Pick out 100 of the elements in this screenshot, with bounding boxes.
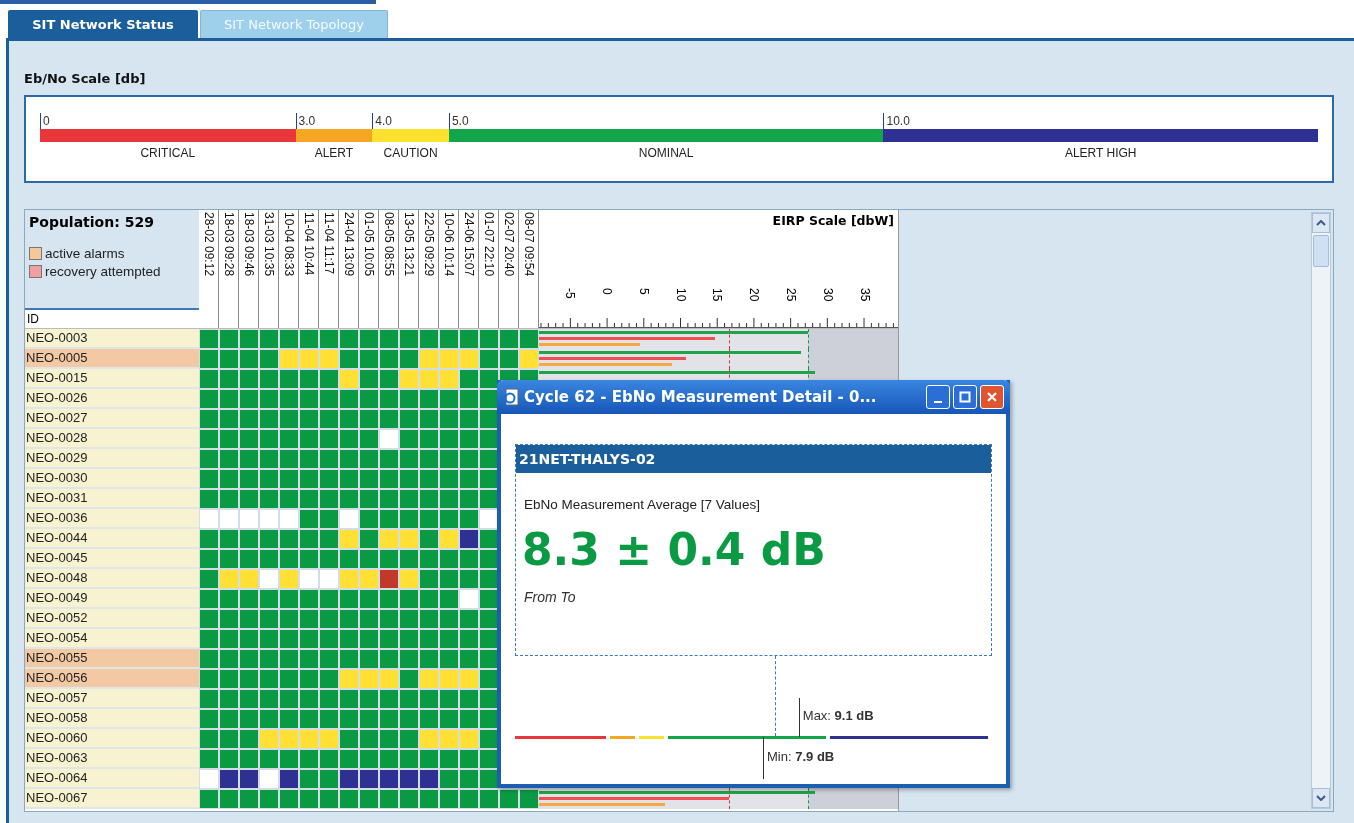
status-cell[interactable]: [440, 790, 458, 808]
device-id-cell[interactable]: NEO-0054: [25, 629, 199, 649]
status-cell[interactable]: [440, 330, 458, 348]
status-cell[interactable]: [300, 610, 318, 628]
status-cell[interactable]: [280, 430, 298, 448]
status-cell[interactable]: [360, 610, 378, 628]
status-cell[interactable]: [440, 410, 458, 428]
status-cell[interactable]: [440, 550, 458, 568]
status-cell[interactable]: [380, 430, 398, 448]
status-cell[interactable]: [380, 610, 398, 628]
status-cell[interactable]: [340, 390, 358, 408]
status-cell[interactable]: [360, 510, 378, 528]
status-cell[interactable]: [400, 710, 418, 728]
status-cell[interactable]: [360, 330, 378, 348]
scrollbar[interactable]: [1311, 212, 1331, 809]
status-cell[interactable]: [400, 650, 418, 668]
status-cell[interactable]: [200, 430, 218, 448]
status-cell[interactable]: [420, 570, 438, 588]
status-cell[interactable]: [360, 350, 378, 368]
status-cell[interactable]: [480, 530, 498, 548]
status-cell[interactable]: [340, 430, 358, 448]
device-id-cell[interactable]: NEO-0058: [25, 709, 199, 729]
status-cell[interactable]: [400, 410, 418, 428]
status-cell[interactable]: [240, 570, 258, 588]
status-cell[interactable]: [320, 490, 338, 508]
status-cell[interactable]: [420, 490, 438, 508]
status-cell[interactable]: [460, 770, 478, 788]
status-cell[interactable]: [340, 370, 358, 388]
status-cell[interactable]: [480, 610, 498, 628]
status-cell[interactable]: [400, 690, 418, 708]
status-cell[interactable]: [400, 450, 418, 468]
status-cell[interactable]: [420, 670, 438, 688]
status-cell[interactable]: [220, 690, 238, 708]
status-cell[interactable]: [280, 730, 298, 748]
status-cell[interactable]: [300, 570, 318, 588]
device-id-cell[interactable]: NEO-0048: [25, 569, 199, 589]
status-cell[interactable]: [420, 350, 438, 368]
status-cell[interactable]: [420, 470, 438, 488]
status-cell[interactable]: [480, 590, 498, 608]
status-cell[interactable]: [220, 490, 238, 508]
status-cell[interactable]: [240, 330, 258, 348]
status-cell[interactable]: [200, 390, 218, 408]
status-cell[interactable]: [340, 670, 358, 688]
status-cell[interactable]: [340, 630, 358, 648]
status-cell[interactable]: [460, 670, 478, 688]
status-cell[interactable]: [300, 790, 318, 808]
status-cell[interactable]: [440, 450, 458, 468]
status-cell[interactable]: [300, 590, 318, 608]
device-id-cell[interactable]: NEO-0026: [25, 389, 199, 409]
status-cell[interactable]: [360, 450, 378, 468]
status-cell[interactable]: [440, 530, 458, 548]
status-cell[interactable]: [320, 670, 338, 688]
status-cell[interactable]: [320, 530, 338, 548]
status-cell[interactable]: [220, 330, 238, 348]
status-cell[interactable]: [260, 730, 278, 748]
status-cell[interactable]: [420, 770, 438, 788]
status-cell[interactable]: [240, 510, 258, 528]
status-cell[interactable]: [480, 510, 498, 528]
status-cell[interactable]: [400, 550, 418, 568]
status-cell[interactable]: [340, 530, 358, 548]
status-cell[interactable]: [460, 790, 478, 808]
status-cell[interactable]: [300, 530, 318, 548]
status-cell[interactable]: [220, 750, 238, 768]
status-cell[interactable]: [200, 410, 218, 428]
status-cell[interactable]: [520, 790, 538, 808]
status-cell[interactable]: [380, 330, 398, 348]
status-cell[interactable]: [200, 470, 218, 488]
status-cell[interactable]: [380, 410, 398, 428]
status-cell[interactable]: [200, 330, 218, 348]
status-cell[interactable]: [280, 610, 298, 628]
status-cell[interactable]: [420, 430, 438, 448]
status-cell[interactable]: [280, 630, 298, 648]
status-cell[interactable]: [280, 770, 298, 788]
status-cell[interactable]: [320, 650, 338, 668]
status-cell[interactable]: [280, 370, 298, 388]
status-cell[interactable]: [240, 370, 258, 388]
status-cell[interactable]: [260, 430, 278, 448]
status-cell[interactable]: [300, 450, 318, 468]
status-cell[interactable]: [340, 730, 358, 748]
status-cell[interactable]: [240, 670, 258, 688]
status-cell[interactable]: [420, 410, 438, 428]
device-id-cell[interactable]: NEO-0030: [25, 469, 199, 489]
status-cell[interactable]: [440, 510, 458, 528]
status-cell[interactable]: [480, 730, 498, 748]
status-cell[interactable]: [440, 650, 458, 668]
status-cell[interactable]: [320, 710, 338, 728]
status-cell[interactable]: [480, 390, 498, 408]
status-cell[interactable]: [340, 410, 358, 428]
status-cell[interactable]: [360, 570, 378, 588]
status-cell[interactable]: [380, 730, 398, 748]
status-cell[interactable]: [280, 670, 298, 688]
status-cell[interactable]: [360, 650, 378, 668]
status-cell[interactable]: [360, 470, 378, 488]
status-cell[interactable]: [300, 710, 318, 728]
status-cell[interactable]: [340, 790, 358, 808]
status-cell[interactable]: [400, 470, 418, 488]
status-cell[interactable]: [480, 710, 498, 728]
status-cell[interactable]: [220, 650, 238, 668]
status-cell[interactable]: [220, 450, 238, 468]
status-cell[interactable]: [320, 550, 338, 568]
